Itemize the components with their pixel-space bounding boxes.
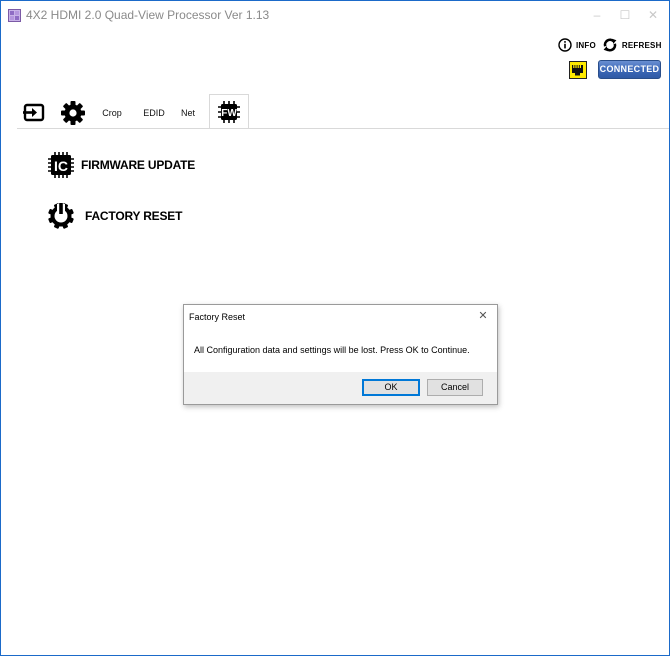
fw-icon: FW — [218, 100, 240, 123]
factory-reset-label: FACTORY RESET — [85, 209, 183, 223]
tab-edid[interactable]: EDID — [136, 98, 172, 128]
dialog-footer: OK Cancel — [184, 372, 497, 404]
cancel-button[interactable]: Cancel — [427, 379, 483, 396]
tab-net-label: Net — [180, 108, 195, 118]
firmware-update-button[interactable]: IC FIRMWARE UPDATE — [47, 151, 195, 179]
tab-edid-label: EDID — [143, 108, 165, 118]
window-title: 4X2 HDMI 2.0 Quad-View Processor Ver 1.1… — [26, 8, 270, 22]
factory-reset-dialog: Factory Reset ✕ All Configuration data a… — [183, 304, 498, 405]
close-window-button[interactable]: ✕ — [641, 5, 665, 25]
firmware-update-label: FIRMWARE UPDATE — [81, 158, 196, 172]
power-gear-icon — [48, 203, 74, 229]
chip-icon: IC — [48, 152, 74, 178]
tab-crop-label: Crop — [102, 108, 122, 118]
ethernet-port-icon — [569, 61, 587, 79]
connection-status-button[interactable]: CONNECTED — [598, 60, 661, 79]
minimize-button[interactable]: – — [585, 5, 609, 25]
tab-fw[interactable]: FW — [209, 94, 249, 129]
tab-settings[interactable] — [57, 98, 89, 128]
dialog-close-button[interactable]: ✕ — [476, 309, 490, 323]
tab-input[interactable] — [19, 98, 49, 128]
dialog-message: All Configuration data and settings will… — [194, 345, 470, 355]
tab-net[interactable]: Net — [174, 98, 202, 128]
input-icon — [23, 103, 45, 122]
ok-button[interactable]: OK — [362, 379, 420, 396]
app-icon — [8, 9, 21, 22]
svg-text:FW: FW — [221, 108, 237, 119]
dialog-title: Factory Reset — [189, 312, 246, 322]
header-actions: INFO REFRESH — [558, 36, 662, 54]
info-button[interactable]: INFO — [576, 41, 596, 50]
tab-strip-divider — [17, 128, 669, 129]
tab-crop[interactable]: Crop — [95, 98, 129, 128]
title-bar[interactable]: 4X2 HDMI 2.0 Quad-View Processor Ver 1.1… — [1, 1, 669, 31]
maximize-button[interactable]: ☐ — [613, 5, 637, 25]
factory-reset-button[interactable]: FACTORY RESET — [46, 201, 182, 231]
app-window: 4X2 HDMI 2.0 Quad-View Processor Ver 1.1… — [0, 0, 670, 656]
refresh-button[interactable]: REFRESH — [622, 41, 662, 50]
info-icon[interactable] — [558, 38, 572, 52]
refresh-icon[interactable] — [602, 37, 618, 53]
gear-icon — [61, 101, 85, 125]
svg-text:IC: IC — [54, 158, 68, 174]
